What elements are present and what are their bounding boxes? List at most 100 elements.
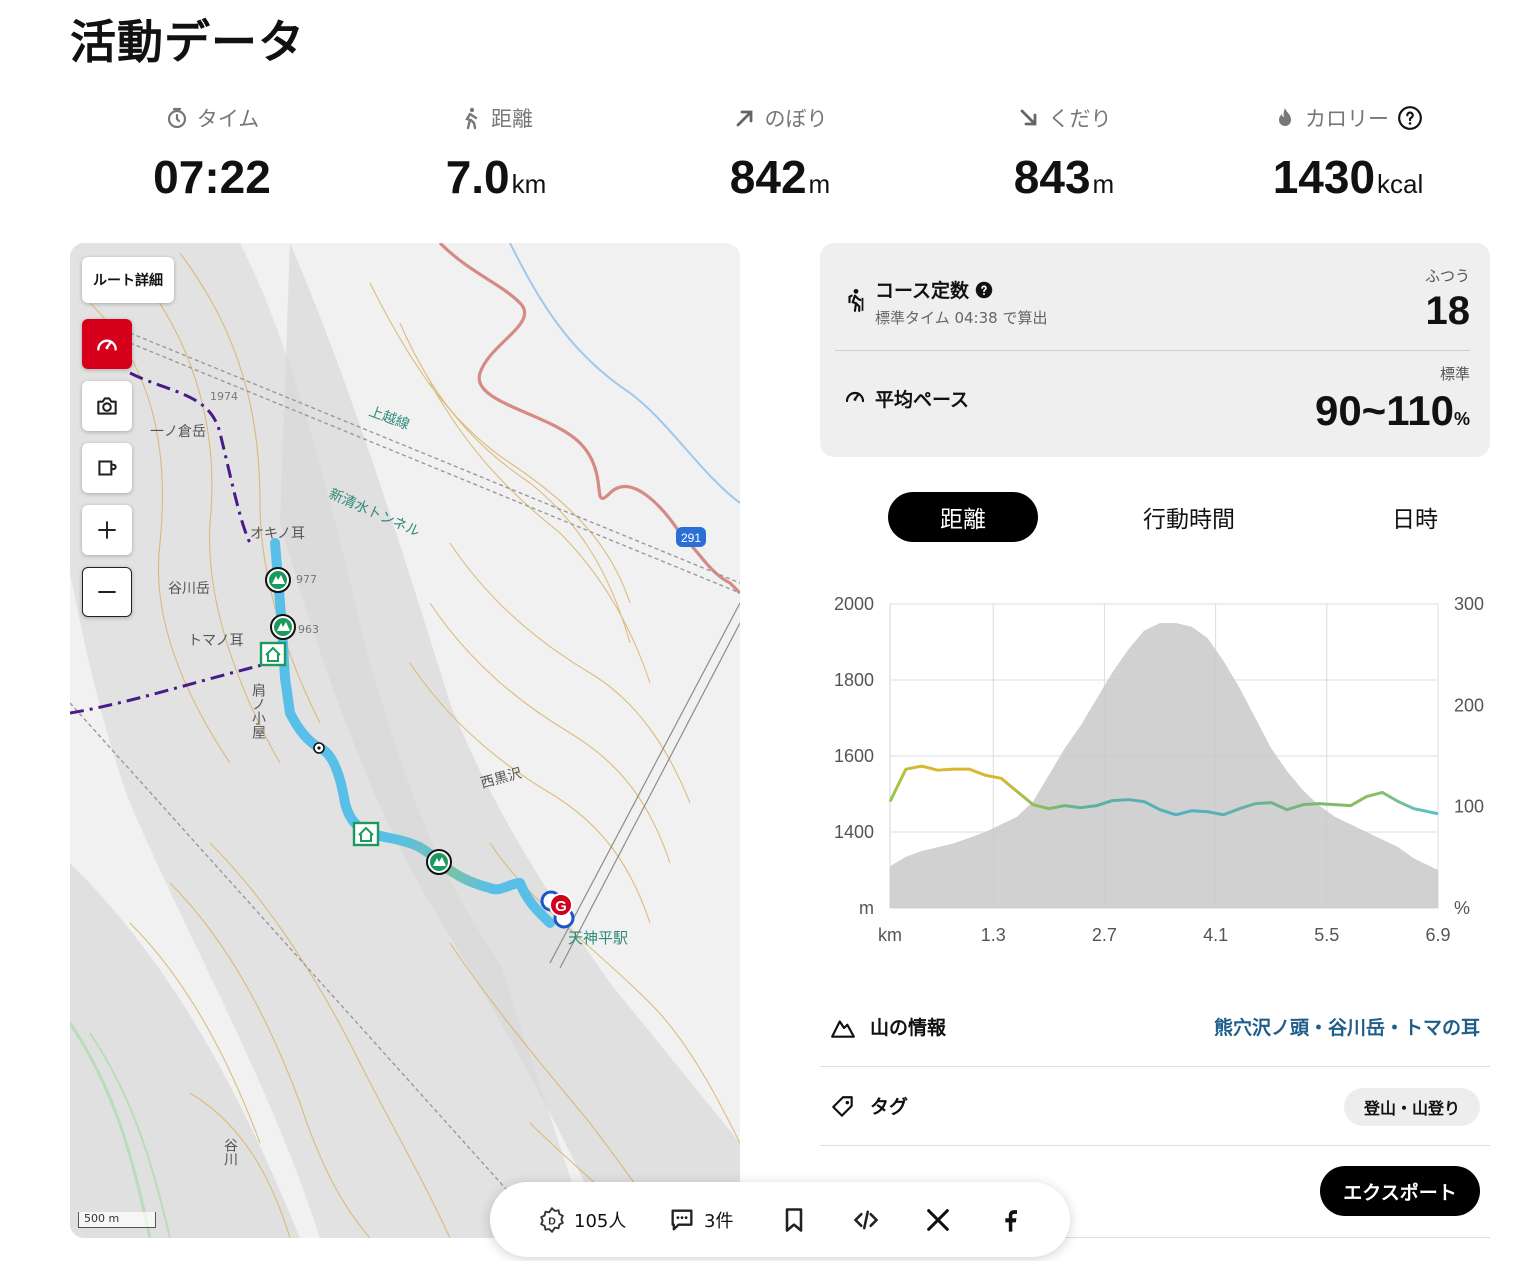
course-constant-value: 18 <box>1425 289 1471 333</box>
domo-icon: D <box>540 1206 564 1233</box>
comment-count: 3件 <box>704 1210 734 1232</box>
place-label: 天神平駅 <box>568 929 628 947</box>
tag-label: タグ <box>870 1096 909 1118</box>
domo-button[interactable]: D 105人 <box>538 1182 626 1257</box>
speedometer-icon <box>97 339 117 351</box>
map-scale: 500 m <box>78 1212 156 1228</box>
svg-text:291: 291 <box>681 531 701 545</box>
place-label: 一ノ倉岳 <box>150 424 206 440</box>
help-icon[interactable] <box>1397 105 1423 131</box>
stat-calorie: カロリー 1430kcal <box>1206 100 1490 204</box>
mountain-info-row: 山の情報 熊穴沢ノ頭・谷川岳・トマの耳 <box>820 987 1490 1067</box>
average-pace-title: 平均ペース <box>875 389 970 411</box>
stat-calorie-value: 1430 <box>1272 151 1376 203</box>
stat-ascent-value: 842 <box>729 151 807 203</box>
hut-marker[interactable] <box>352 821 380 847</box>
plus-icon <box>98 521 116 539</box>
x-tick-label: 6.9 <box>1425 925 1450 945</box>
stat-time: タイム 07:22 <box>70 100 354 204</box>
elevation-label: 963 <box>298 623 319 636</box>
cup-icon <box>98 460 117 476</box>
photo-button[interactable] <box>82 381 132 431</box>
course-constant-title: コース定数 <box>875 280 970 302</box>
hiker-icon <box>848 288 864 312</box>
flame-icon <box>1279 108 1291 126</box>
export-button[interactable]: エクスポート <box>1320 1166 1480 1216</box>
tag-chip[interactable]: 登山・山登り <box>1343 1088 1480 1126</box>
arrow-up-right-icon <box>736 110 752 127</box>
share-facebook-button[interactable] <box>996 1182 1024 1257</box>
speedometer-icon <box>845 391 865 403</box>
pace-level: 標準 <box>1439 365 1470 383</box>
checkpoint-marker[interactable] <box>313 742 325 754</box>
x-logo-icon <box>927 1208 949 1231</box>
stat-distance-value: 7.0 <box>445 151 510 203</box>
y-left-tick-label: 1800 <box>834 670 874 690</box>
stat-distance-unit: km <box>511 169 547 199</box>
minus-icon <box>98 591 116 593</box>
y-left-tick-label: 1600 <box>834 746 874 766</box>
y-left-tick-label: 1400 <box>834 822 874 842</box>
peak-marker[interactable] <box>265 567 291 593</box>
elevation-area <box>890 623 1438 908</box>
goal-marker-label: G <box>555 898 567 915</box>
place-label: 肩ノ小屋 <box>250 683 266 740</box>
elevation-label: 977 <box>296 573 317 586</box>
course-card: コース定数 標準タイム 04:38 で算出 ふつう 18 平均ペース 標準 90… <box>820 243 1490 457</box>
svg-text:D: D <box>548 1215 556 1227</box>
help-icon[interactable] <box>975 281 993 299</box>
arrow-down-right-icon <box>1020 109 1036 126</box>
goal-marker[interactable]: G <box>549 893 573 917</box>
tab-distance[interactable]: 距離 <box>888 492 1038 542</box>
tag-row: タグ 登山・山登り <box>820 1066 1490 1146</box>
tab-datetime[interactable]: 日時 <box>1340 492 1490 542</box>
average-pace-value: 90~110 <box>1314 387 1454 434</box>
stat-descent-label: くだり <box>1048 107 1112 131</box>
y-right-tick-label: 300 <box>1454 594 1484 614</box>
peak-marker[interactable] <box>426 849 452 875</box>
stats-row: タイム 07:22 距離 7.0km のぼり 842m くだり 843m カロリ… <box>70 100 1490 210</box>
comment-icon <box>671 1209 693 1230</box>
share-bar: D 105人 3件 <box>490 1182 1070 1257</box>
stat-ascent-label: のぼり <box>764 107 828 131</box>
stat-distance-label: 距離 <box>491 107 533 131</box>
tag-icon <box>832 1096 853 1117</box>
map-terrain[interactable]: G 291 一ノ倉岳 オキノ耳 谷川岳 トマノ耳 肩ノ小屋 上越線 新清水トンネ… <box>70 243 740 1238</box>
elevation-pace-chart[interactable]: 2000 1800 1600 1400 m 300 200 100% km 1.3 2.7 4.1 5.… <box>820 580 1500 960</box>
route-shield: 291 <box>676 527 706 547</box>
chart-axis-tabs: 距離 行動時間 日時 <box>820 492 1490 542</box>
x-tick-label: 1.3 <box>981 925 1006 945</box>
mountain-info-label: 山の情報 <box>870 1017 947 1039</box>
x-tick-label: km <box>878 925 902 945</box>
stat-calorie-unit: kcal <box>1377 169 1424 199</box>
route-detail-button[interactable]: ルート詳細 <box>82 257 174 303</box>
comment-button[interactable]: 3件 <box>668 1182 733 1257</box>
stat-descent-value: 843 <box>1013 151 1091 203</box>
place-label: 谷川岳 <box>168 581 210 597</box>
tab-elapsed-time[interactable]: 行動時間 <box>1114 492 1264 542</box>
y-right-tick-label: 100 <box>1454 797 1484 817</box>
zoom-in-button[interactable] <box>82 505 132 555</box>
x-tick-label: 4.1 <box>1203 925 1228 945</box>
x-tick-label: 2.7 <box>1092 925 1117 945</box>
hut-marker[interactable] <box>259 641 287 667</box>
place-label: オキノ耳 <box>250 526 305 542</box>
stat-ascent: のぼり 842m <box>638 100 922 204</box>
stat-time-value: 07:22 <box>153 151 271 203</box>
zoom-out-button[interactable] <box>82 567 132 617</box>
peak-marker[interactable] <box>270 614 296 640</box>
speed-mode-button[interactable] <box>82 319 132 369</box>
y-right-tick-label: % <box>1454 898 1470 918</box>
rest-point-button[interactable] <box>82 443 132 493</box>
bookmark-button[interactable] <box>780 1182 808 1257</box>
route-map[interactable]: G 291 一ノ倉岳 オキノ耳 谷川岳 トマノ耳 肩ノ小屋 上越線 新清水トンネ… <box>70 243 740 1238</box>
share-x-button[interactable] <box>924 1182 952 1257</box>
y-right-tick-label: 200 <box>1454 695 1484 715</box>
embed-button[interactable] <box>852 1182 880 1257</box>
code-icon <box>853 1210 879 1229</box>
page-title: 活動データ <box>70 15 305 69</box>
bookmark-icon <box>785 1207 803 1232</box>
average-pace-unit: % <box>1453 409 1470 429</box>
mountain-info-link[interactable]: 熊穴沢ノ頭・谷川岳・トマの耳 <box>1214 1013 1480 1040</box>
course-level: ふつう <box>1424 267 1470 285</box>
